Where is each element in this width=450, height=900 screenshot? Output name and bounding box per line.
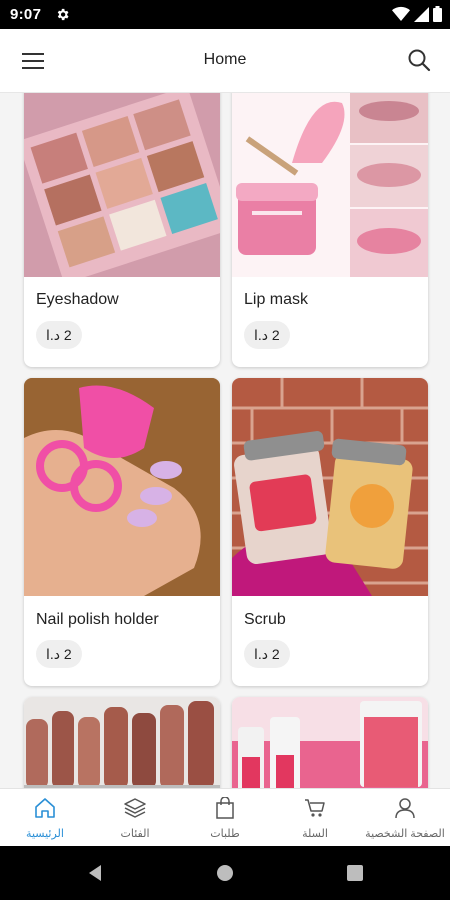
- system-navigation-bar: [0, 846, 450, 900]
- nav-item-cart[interactable]: السلة: [270, 789, 360, 847]
- product-name: Nail polish holder: [36, 611, 159, 628]
- status-time: 9:07: [10, 6, 42, 23]
- user-icon: [395, 798, 415, 819]
- product-card-pink-cosmetics[interactable]: [232, 697, 428, 788]
- product-grid[interactable]: Eyeshadow 2 د.ا Lip mask 2 د.ا Nail poli…: [0, 93, 450, 788]
- product-price: 2 د.ا: [244, 640, 290, 668]
- scrub-product-image: [232, 378, 428, 596]
- battery-icon: [433, 6, 442, 22]
- app-bar: Home: [0, 29, 450, 93]
- bag-icon: [216, 797, 234, 819]
- bottom-navigation: الصفحة الشخصية السلة طلبات الفئات الرئيس…: [0, 788, 450, 846]
- search-icon[interactable]: [406, 47, 432, 73]
- product-name: Eyeshadow: [36, 291, 119, 308]
- nav-item-categories[interactable]: الفئات: [90, 789, 180, 847]
- signal-icon: [414, 7, 429, 22]
- status-bar: 9:07: [0, 0, 450, 29]
- product-price: 2 د.ا: [244, 321, 290, 349]
- nav-label: السلة: [302, 828, 328, 840]
- nav-label: الفئات: [120, 828, 150, 840]
- lip-mask-product-image: [232, 93, 428, 277]
- nav-item-profile[interactable]: الصفحة الشخصية: [360, 789, 450, 847]
- product-card-eyeshadow[interactable]: Eyeshadow 2 د.ا: [24, 93, 220, 367]
- product-name: Scrub: [244, 611, 286, 628]
- cart-icon: [305, 799, 325, 817]
- page-title: Home: [203, 51, 247, 68]
- settings-gear-icon: [57, 8, 69, 21]
- nav-item-home[interactable]: الرئيسية: [0, 789, 90, 847]
- nav-label: الرئيسية: [26, 828, 64, 840]
- nail-polish-holder-product-image: [24, 378, 220, 596]
- product-price: 2 د.ا: [36, 640, 82, 668]
- product-price: 2 د.ا: [36, 321, 82, 349]
- nav-item-orders[interactable]: طلبات: [180, 789, 270, 847]
- wifi-icon: [392, 6, 410, 22]
- eyeshadow-product-image: [24, 93, 220, 277]
- layers-icon: [124, 798, 146, 818]
- home-icon: [35, 798, 55, 818]
- back-icon[interactable]: [85, 863, 105, 883]
- nav-label: الصفحة الشخصية: [365, 828, 445, 840]
- home-circle-icon[interactable]: [215, 863, 235, 883]
- product-card-lip-mask[interactable]: Lip mask 2 د.ا: [232, 93, 428, 367]
- product-card-scrub[interactable]: Scrub 2 د.ا: [232, 378, 428, 686]
- product-name: Lip mask: [244, 291, 309, 308]
- pink-cosmetics-product-image: [232, 697, 428, 788]
- recents-icon[interactable]: [345, 863, 365, 883]
- product-card-nail-polish-holder[interactable]: Nail polish holder 2 د.ا: [24, 378, 220, 686]
- lipsticks-product-image: [24, 697, 220, 788]
- product-card-lipsticks[interactable]: [24, 697, 220, 788]
- nav-label: طلبات: [210, 828, 240, 840]
